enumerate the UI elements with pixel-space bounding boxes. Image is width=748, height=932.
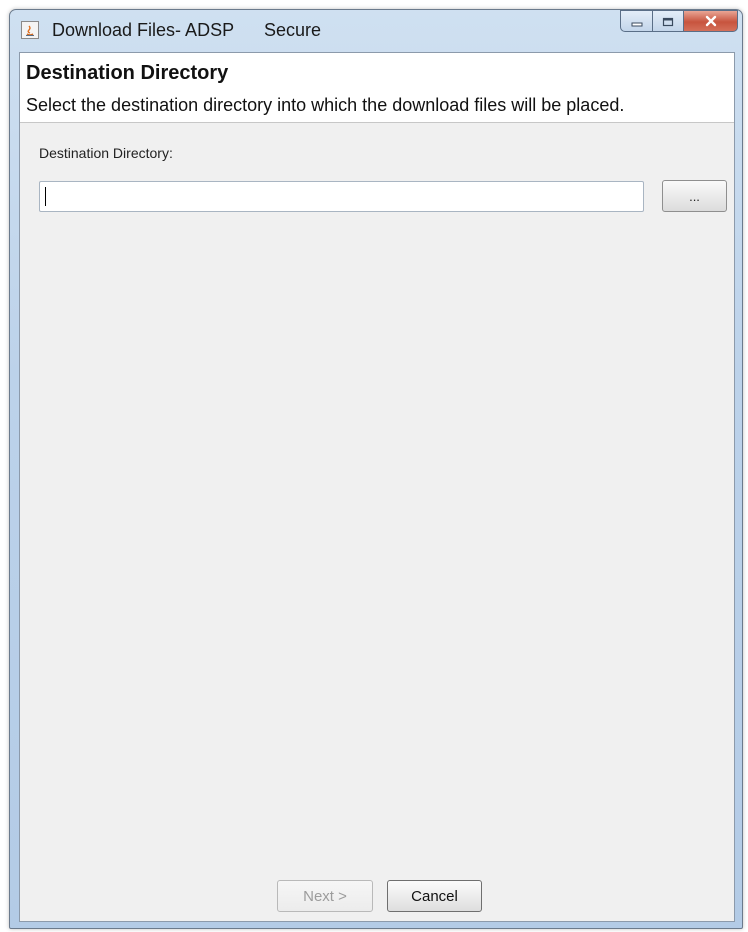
window-controls	[620, 10, 738, 34]
dialog-content: Destination Directory Select the destina…	[19, 52, 735, 922]
close-button[interactable]	[683, 10, 738, 32]
window-title: Download Files- ADSP	[52, 20, 235, 40]
title-bar[interactable]: Download Files- ADSP Secure	[10, 10, 742, 52]
cancel-button[interactable]: Cancel	[387, 880, 482, 912]
minimize-button[interactable]	[620, 10, 652, 32]
wizard-header: Destination Directory Select the destina…	[20, 53, 734, 123]
next-button[interactable]: Next >	[277, 880, 373, 912]
maximize-button[interactable]	[652, 10, 683, 32]
minimize-icon	[631, 12, 643, 31]
maximize-icon	[662, 12, 674, 31]
close-icon	[704, 12, 718, 31]
page-title: Destination Directory	[26, 62, 229, 84]
browse-button[interactable]: ...	[662, 180, 727, 212]
java-app-icon	[21, 21, 39, 39]
security-label: Secure	[264, 20, 322, 40]
download-files-window: Download Files- ADSP Secure Destination	[9, 9, 743, 929]
text-cursor	[45, 187, 46, 206]
page-description: Select the destination directory into wh…	[26, 95, 625, 115]
destination-directory-label: Destination Directory:	[39, 145, 173, 161]
destination-directory-input[interactable]	[39, 181, 644, 212]
